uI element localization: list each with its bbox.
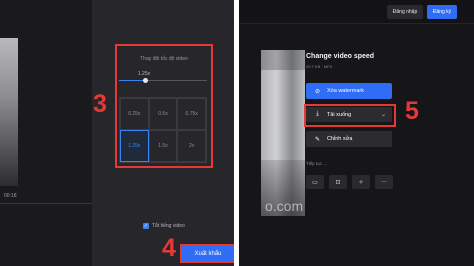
subtitle-icon: ▭ [312,178,318,186]
result-title: Change video speed [306,53,375,60]
speed-slider[interactable] [119,80,207,81]
top-bar: Đăng nhập Đăng ký [239,0,474,24]
more-icon: ··· [381,178,387,186]
resize-icon: ⊡ [335,178,341,186]
speed-option[interactable]: 0.75x [177,98,206,130]
download-highlight-box [304,104,396,127]
video-shade [261,50,305,70]
remove-watermark-button[interactable]: ⊘ Xóa watermark [306,83,392,99]
speed-slider-handle[interactable] [142,78,148,83]
login-button[interactable]: Đăng nhập [387,5,423,19]
speed-option[interactable]: 0.25x [120,98,149,130]
file-meta: 29.7 KB · MP4 [306,64,333,69]
step-number-4: 4 [162,234,176,262]
more-tools-button[interactable]: ··· [375,175,393,189]
remove-watermark-label: Xóa watermark [327,88,364,94]
mute-label: Tắt tiếng video [152,223,185,229]
speed-slider-fill [119,80,146,81]
speed-option[interactable]: 2x [177,130,206,162]
edit-label: Chỉnh sửa [327,136,353,142]
no-watermark-icon: ⊘ [314,88,321,95]
checkbox-checked-icon[interactable]: ✓ [143,223,149,229]
timestamp-label: 00:18 [4,193,17,199]
resize-tool-button[interactable]: ⊡ [329,175,347,189]
subtitle-tool-button[interactable]: ▭ [306,175,324,189]
signup-button[interactable]: Đăng ký [427,5,457,19]
export-button[interactable]: Xuất khẩu [182,246,234,261]
pencil-icon: ✎ [314,136,321,143]
video-preview-strip [0,38,18,186]
enhance-tool-button[interactable]: ✧ [352,175,370,189]
step-number-3: 3 [93,90,107,118]
sparkle-icon: ✧ [358,178,364,186]
step-number-5: 5 [405,97,419,125]
continue-label: Tiếp tục ... [306,161,327,166]
speed-current-value: 1.25x [137,71,151,77]
video-watermark-text: o.com [265,198,304,214]
mute-toggle[interactable]: ✓ Tắt tiếng video [143,223,185,229]
result-screen: Đăng nhập Đăng ký o.com Change video spe… [239,0,474,266]
timeline-track[interactable] [0,203,92,204]
speed-option[interactable]: 0.5x [148,98,178,130]
speed-options-grid: 0.25x 0.5x 0.75x 1.25x 1.5x 2x [119,97,207,163]
video-thumbnail[interactable] [261,50,305,216]
edit-button[interactable]: ✎ Chỉnh sửa [306,131,392,147]
speed-option[interactable]: 1.25x [120,130,149,162]
speed-option[interactable]: 1.5x [148,130,178,162]
speed-section-title: Thay đổi tốc độ video [140,56,188,62]
